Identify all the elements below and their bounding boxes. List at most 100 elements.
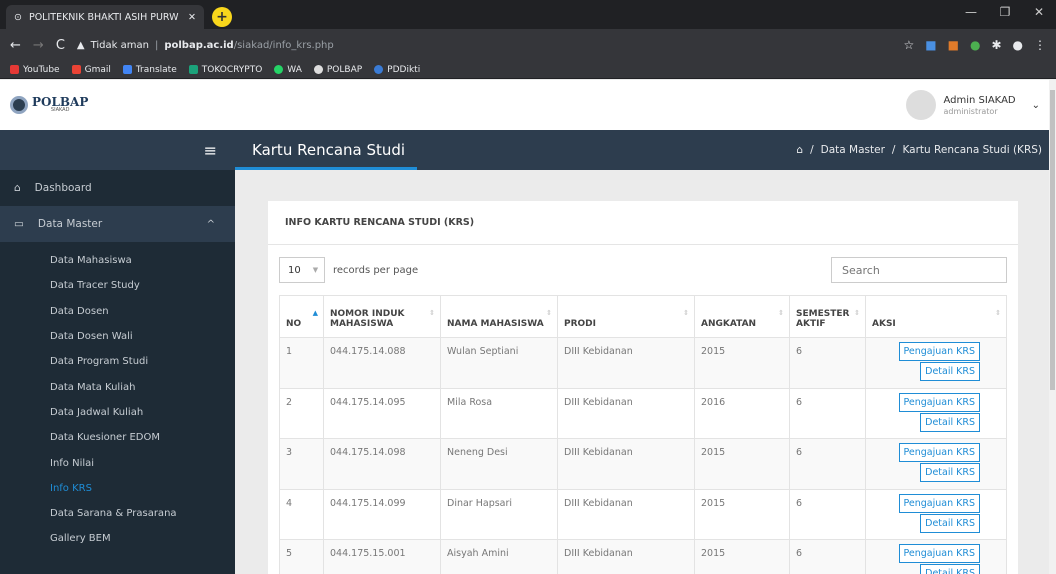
avatar bbox=[905, 90, 936, 120]
col-header-nama[interactable]: NAMA MAHASISWA ⇕ bbox=[440, 295, 558, 338]
cell-semester: 6 bbox=[789, 539, 866, 574]
back-icon[interactable]: ← bbox=[10, 38, 21, 53]
cell-nama: Neneng Desi bbox=[440, 438, 558, 490]
extension-icon[interactable]: ■ bbox=[925, 38, 936, 52]
cell-semester: 6 bbox=[789, 387, 866, 439]
hamburger-icon[interactable]: ≡ bbox=[204, 141, 217, 160]
bookmark-tokocrypto[interactable]: TOKOCRYPTO bbox=[188, 65, 262, 75]
page-scrollbar[interactable] bbox=[1049, 80, 1056, 574]
sidebar-subitem-data-program-studi[interactable]: Data Program Studi bbox=[0, 349, 235, 374]
sort-asc-icon: ▲ bbox=[312, 309, 318, 317]
detail-krs-button[interactable]: Detail KRS bbox=[920, 463, 980, 482]
bookmark-translate[interactable]: Translate bbox=[122, 65, 177, 75]
pengajuan-krs-button[interactable]: Pengajuan KRS bbox=[898, 342, 980, 361]
logo-text: POLBAP bbox=[32, 95, 89, 109]
cell-prodi: DIII Kebidanan bbox=[557, 438, 695, 490]
cell-angkatan: 2015 bbox=[694, 337, 790, 389]
cell-no: 1 bbox=[279, 337, 324, 389]
cell-prodi: DIII Kebidanan bbox=[557, 337, 695, 389]
bookmark-gmail[interactable]: Gmail bbox=[71, 65, 111, 75]
sidebar-subitem-data-sarana-prasarana[interactable]: Data Sarana & Prasarana bbox=[0, 501, 235, 526]
extension-icon[interactable]: ● bbox=[970, 38, 980, 52]
sidebar-subitem-data-mahasiswa[interactable]: Data Mahasiswa bbox=[0, 248, 235, 273]
page-header: Kartu Rencana Studi ⌂ / Data Master / Ka… bbox=[235, 130, 1056, 170]
cell-prodi: DIII Kebidanan bbox=[557, 488, 695, 540]
table-row: 2 044.175.14.095 Mila Rosa DIII Kebidanan 20… bbox=[279, 387, 1007, 439]
sidebar-subitem-info-nilai[interactable]: Info Nilai bbox=[0, 450, 235, 475]
sidebar-subitem-data-dosen-wali[interactable]: Data Dosen Wali bbox=[0, 324, 235, 349]
col-header-prodi[interactable]: PRODI ⇕ bbox=[557, 295, 695, 338]
sidebar-subitem-data-mata-kuliah[interactable]: Data Mata Kuliah bbox=[0, 374, 235, 399]
col-header-no[interactable]: NO ▲ bbox=[279, 295, 324, 338]
sidebar-item-data-master[interactable]: ▭ Data Master ^ bbox=[0, 206, 235, 242]
search-input[interactable] bbox=[831, 257, 1007, 283]
extension-icon[interactable]: ■ bbox=[948, 38, 959, 52]
cell-prodi: DIII Kebidanan bbox=[557, 539, 695, 574]
records-per-page-label: records per page bbox=[333, 264, 419, 276]
chevron-down-icon[interactable]: ⌄ bbox=[1032, 100, 1040, 111]
home-icon: ⌂ bbox=[14, 182, 21, 194]
browser-tab[interactable]: ⊙ POLITEKNIK BHAKTI ASIH PURW ✕ bbox=[6, 5, 204, 29]
col-header-semester[interactable]: SEMESTER AKTIF ⇕ bbox=[789, 295, 866, 338]
logo[interactable]: POLBAP SIAKAD bbox=[10, 96, 88, 114]
sidebar-subitem-data-jadwal-kuliah[interactable]: Data Jadwal Kuliah bbox=[0, 400, 235, 425]
maximize-icon[interactable]: ❐ bbox=[988, 0, 1022, 24]
card-title: INFO KARTU RENCANA STUDI (KRS) bbox=[268, 201, 1018, 245]
sidebar-subitem-data-kuesioner-edom[interactable]: Data Kuesioner EDOM bbox=[0, 425, 235, 450]
bookmarks-bar: YouTube Gmail Translate TOKOCRYPTO WA PO… bbox=[0, 61, 1056, 79]
sidebar-subitem-data-tracer-study[interactable]: Data Tracer Study bbox=[0, 273, 235, 298]
col-header-angkatan[interactable]: ANGKATAN ⇕ bbox=[694, 295, 790, 338]
detail-krs-button[interactable]: Detail KRS bbox=[920, 513, 980, 533]
sidebar-subitem-info-krs[interactable]: Info KRS bbox=[0, 476, 235, 501]
cell-nim: 044.175.14.098 bbox=[323, 438, 441, 490]
new-tab-button[interactable]: + bbox=[212, 7, 232, 27]
sort-icon: ⇕ bbox=[683, 309, 689, 317]
cell-no: 3 bbox=[279, 438, 324, 490]
bookmark-wa[interactable]: WA bbox=[274, 65, 302, 75]
reload-icon[interactable]: C bbox=[56, 38, 65, 53]
close-tab-icon[interactable]: ✕ bbox=[188, 12, 196, 23]
pengajuan-krs-button[interactable]: Pengajuan KRS bbox=[898, 392, 980, 412]
sidebar-item-dashboard[interactable]: ⌂ Dashboard bbox=[0, 170, 235, 206]
sidebar-toggle[interactable]: ≡ bbox=[0, 130, 235, 170]
cell-aksi: Pengajuan KRS Detail KRS bbox=[865, 387, 1007, 439]
sidebar-subitem-data-dosen[interactable]: Data Dosen bbox=[0, 299, 235, 324]
page-title: Kartu Rencana Studi bbox=[252, 141, 406, 159]
breadcrumb-data-master[interactable]: Data Master bbox=[821, 144, 885, 156]
minimize-icon[interactable]: — bbox=[954, 0, 988, 24]
profile-icon[interactable]: ● bbox=[1013, 38, 1023, 52]
cell-semester: 6 bbox=[789, 438, 866, 490]
scrollbar-thumb[interactable] bbox=[1050, 90, 1055, 390]
puzzle-icon[interactable]: ✱ bbox=[991, 38, 1001, 52]
forward-icon[interactable]: → bbox=[33, 38, 44, 53]
detail-krs-button[interactable]: Detail KRS bbox=[920, 362, 980, 381]
pengajuan-krs-button[interactable]: Pengajuan KRS bbox=[898, 544, 980, 563]
table-icon: ▭ bbox=[14, 218, 24, 230]
star-icon[interactable]: ☆ bbox=[904, 38, 915, 52]
user-menu[interactable]: Admin SIAKAD administrator ⌄ bbox=[905, 90, 1040, 120]
table-row: 1 044.175.14.088 Wulan Septiani DIII Kebida… bbox=[279, 337, 1007, 389]
breadcrumb: ⌂ / Data Master / Kartu Rencana Studi (K… bbox=[796, 144, 1042, 156]
col-header-nim[interactable]: NOMOR INDUK MAHASISWA ⇕ bbox=[323, 295, 441, 338]
close-window-icon[interactable]: ✕ bbox=[1022, 0, 1056, 24]
chevron-down-icon: ▼ bbox=[312, 266, 319, 274]
url-field[interactable]: ▲ Tidak aman | polbap.ac.id/siakad/info_… bbox=[77, 40, 334, 51]
cell-no: 4 bbox=[279, 488, 324, 540]
home-icon[interactable]: ⌂ bbox=[796, 144, 803, 156]
cell-no: 5 bbox=[279, 539, 324, 574]
sidebar-subitem-gallery-bem[interactable]: Gallery BEM bbox=[0, 526, 235, 551]
detail-krs-button[interactable]: Detail KRS bbox=[920, 412, 980, 432]
pengajuan-krs-button[interactable]: Pengajuan KRS bbox=[898, 443, 980, 462]
security-label: Tidak aman bbox=[90, 39, 149, 51]
bookmark-pddikti[interactable]: PDDikti bbox=[374, 65, 420, 75]
sort-icon: ⇕ bbox=[778, 309, 784, 317]
pengajuan-krs-button[interactable]: Pengajuan KRS bbox=[898, 493, 980, 513]
bookmark-youtube[interactable]: YouTube bbox=[10, 65, 60, 75]
bookmark-polbap[interactable]: POLBAP bbox=[313, 65, 362, 75]
col-header-aksi[interactable]: AKSI ⇕ bbox=[865, 295, 1007, 338]
detail-krs-button[interactable]: Detail KRS bbox=[920, 564, 980, 574]
title-underline bbox=[235, 167, 417, 170]
page-size-select[interactable]: 10 ▼ bbox=[279, 257, 325, 283]
menu-kebab-icon[interactable]: ⋮ bbox=[1034, 38, 1046, 52]
cell-angkatan: 2015 bbox=[694, 488, 790, 540]
